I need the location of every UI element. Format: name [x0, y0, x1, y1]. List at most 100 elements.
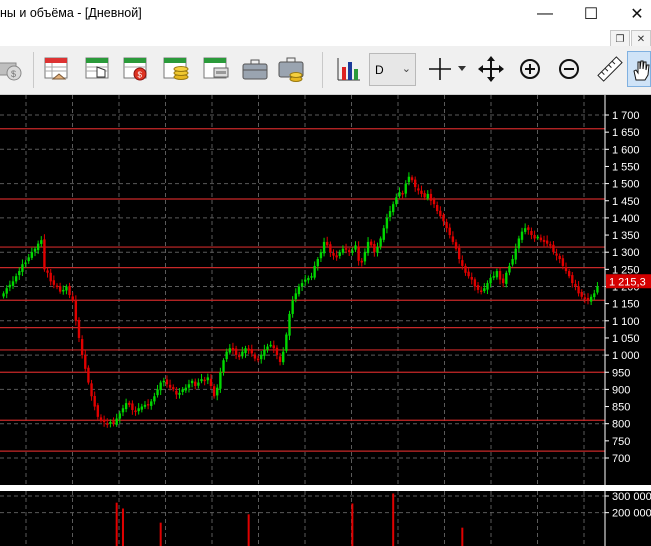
candle-body — [536, 236, 539, 239]
candle-body — [68, 285, 71, 296]
candle-body — [96, 405, 100, 417]
candle-body — [275, 347, 279, 356]
candle-body — [423, 193, 426, 198]
candle-body — [326, 241, 329, 246]
toolbar: $ $ D ⌄ — [0, 46, 651, 95]
candle-body — [351, 250, 354, 253]
candle-body — [467, 271, 470, 277]
briefcase-icon[interactable] — [241, 55, 269, 83]
title-bar: ны и объёма - [Дневной] — ☐ ✕ — [0, 0, 651, 28]
chart-bars-icon[interactable] — [335, 55, 363, 83]
price-axis-label: 1 550 — [612, 161, 640, 173]
candle-body — [156, 389, 159, 396]
price-axis-label: 1 450 — [612, 196, 640, 208]
candle-body — [297, 286, 301, 295]
candle-body — [457, 247, 461, 260]
price-axis-label: 1 600 — [612, 144, 640, 156]
candle-body — [558, 255, 561, 260]
chart-area[interactable]: 1 700 1 650 1 600 1 550 1 500 1 450 1 400 1 350… — [0, 95, 651, 546]
candle-body — [505, 272, 508, 284]
candle-body — [571, 275, 574, 284]
timeframe-select[interactable]: D ⌄ — [369, 53, 416, 86]
price-axis-label: 1 050 — [612, 333, 640, 345]
table-hand-icon[interactable] — [84, 55, 112, 83]
candle-body — [589, 296, 593, 302]
volume-bar — [121, 508, 124, 546]
candle-body — [596, 286, 599, 293]
candle-body — [241, 351, 244, 357]
candle-body — [165, 379, 169, 385]
table-coins-icon[interactable] — [162, 55, 190, 83]
candle-body — [454, 242, 458, 249]
maximize-button[interactable]: ☐ — [568, 0, 614, 28]
candle-body — [244, 348, 247, 354]
candle-body — [36, 243, 40, 251]
candle-body — [316, 259, 319, 267]
candle-body — [134, 410, 137, 413]
candle-body — [461, 260, 464, 266]
candle-body — [363, 252, 367, 262]
hand-tool-button[interactable] — [627, 51, 651, 87]
candle-body — [451, 236, 455, 242]
candle-body — [555, 253, 558, 256]
price-axis-label: 1 300 — [612, 247, 640, 259]
candle-body — [382, 228, 385, 240]
volume-chart[interactable]: 300 000 200 000 — [0, 491, 651, 546]
money-icon[interactable]: $ — [0, 55, 24, 83]
close-button[interactable]: ✕ — [614, 0, 651, 28]
candle-body — [379, 238, 382, 247]
candle-body — [143, 404, 147, 407]
table-stack-icon[interactable] — [202, 55, 230, 83]
candle-body — [140, 406, 144, 410]
candle-body — [464, 265, 467, 273]
candle-body — [307, 277, 310, 281]
candle-body — [162, 380, 166, 383]
candle-body — [332, 253, 335, 256]
candle-body — [40, 240, 43, 244]
zoom-in-icon[interactable] — [516, 55, 544, 83]
candle-body — [561, 258, 565, 266]
candle-body — [65, 286, 68, 291]
price-axis-label: 1 500 — [612, 179, 640, 191]
zoom-out-icon[interactable] — [555, 55, 583, 83]
candle-body — [253, 354, 257, 359]
candle-body — [508, 265, 511, 273]
candle-body — [153, 396, 156, 402]
candle-body — [2, 293, 5, 297]
candle-body — [357, 246, 360, 261]
crosshair-dropdown-icon[interactable] — [457, 65, 467, 73]
candle-body — [335, 255, 338, 258]
candle-body — [49, 272, 52, 282]
candle-body — [344, 248, 348, 250]
candle-body — [426, 193, 429, 199]
candle-body — [376, 247, 379, 253]
candle-body — [549, 244, 552, 246]
candle-body — [175, 390, 178, 395]
move-icon[interactable] — [477, 55, 505, 83]
minimize-button[interactable]: — — [522, 0, 568, 28]
candle-body — [168, 384, 172, 388]
candle-body — [30, 252, 34, 258]
briefcase-coins-icon[interactable] — [277, 55, 305, 83]
crosshair-icon[interactable] — [426, 55, 454, 83]
candle-body — [184, 387, 188, 391]
volume-bar — [351, 503, 354, 546]
candle-body — [178, 392, 181, 395]
candle-body — [413, 179, 417, 188]
table-coin-icon[interactable]: $ — [122, 55, 150, 83]
price-axis-label: 800 — [612, 419, 630, 431]
candle-body — [300, 283, 304, 287]
ruler-icon[interactable] — [596, 55, 624, 83]
candle-body — [181, 389, 184, 393]
candle-body — [150, 401, 153, 406]
candle-body — [52, 280, 56, 285]
candle-body — [5, 288, 8, 294]
candle-body — [354, 245, 357, 250]
price-chart[interactable]: 1 700 1 650 1 600 1 550 1 500 1 450 1 400 1 350… — [0, 95, 651, 485]
candle-body — [533, 235, 536, 239]
candle-body — [124, 403, 128, 410]
candle-body — [197, 382, 200, 386]
table-handshake-icon[interactable] — [43, 55, 71, 83]
toolbar-separator — [322, 52, 323, 88]
volume-axis-label: 300 000 — [612, 491, 651, 503]
